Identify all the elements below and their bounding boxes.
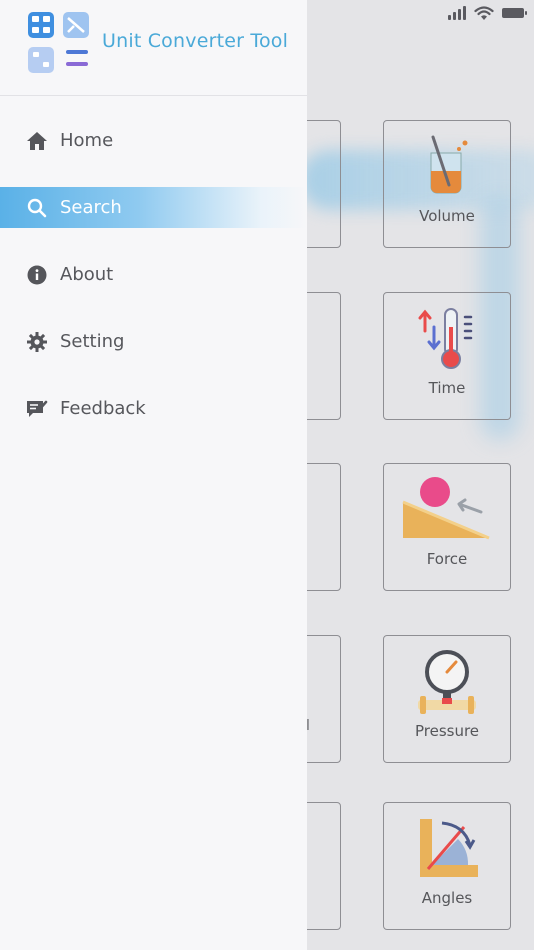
- pressure-gauge-icon: [418, 650, 476, 714]
- tile-label: Angles: [421, 889, 473, 907]
- battery-icon: [502, 8, 527, 18]
- drawer-header: Unit Converter Tool: [0, 0, 307, 96]
- menu-item-setting[interactable]: Setting: [0, 321, 307, 362]
- category-tile-angles[interactable]: Angles: [383, 802, 511, 930]
- navigation-drawer: Unit Converter Tool Home Search About Se…: [0, 0, 307, 950]
- drawer-menu: Home Search About Setting Feedback: [0, 120, 307, 455]
- cellular-signal-icon: [448, 6, 466, 20]
- feedback-icon: [26, 398, 48, 420]
- gear-icon: [26, 331, 48, 353]
- menu-item-search[interactable]: Search: [0, 187, 307, 228]
- tile-label: Pressure: [414, 722, 480, 740]
- menu-item-label: Feedback: [60, 398, 146, 419]
- menu-item-feedback[interactable]: Feedback: [0, 388, 307, 429]
- search-icon: [26, 197, 48, 219]
- menu-item-about[interactable]: About: [0, 254, 307, 295]
- tile-label: Force: [426, 550, 468, 568]
- ball-ramp-icon: [402, 477, 490, 540]
- protractor-icon: [420, 819, 478, 877]
- menu-item-label: About: [60, 264, 114, 285]
- app-title: Unit Converter Tool: [102, 30, 289, 52]
- menu-item-home[interactable]: Home: [0, 120, 307, 161]
- menu-item-label: Setting: [60, 331, 125, 352]
- menu-item-label: Search: [60, 197, 122, 218]
- thermometer-icon: [418, 308, 473, 369]
- category-tile-time[interactable]: Time: [383, 292, 511, 420]
- info-icon: [26, 264, 48, 286]
- category-tile-pressure[interactable]: Pressure: [383, 635, 511, 763]
- home-icon: [26, 130, 48, 152]
- wifi-icon: [474, 5, 494, 20]
- menu-item-label: Home: [60, 130, 114, 151]
- category-tile-force[interactable]: Force: [383, 463, 511, 591]
- beaker-icon: [430, 135, 468, 194]
- tile-label: Volume: [419, 207, 475, 225]
- category-tile-volume[interactable]: Volume: [383, 120, 511, 248]
- app-grid-logo-icon: [28, 12, 89, 73]
- tile-label: Time: [428, 379, 466, 397]
- status-bar: [448, 0, 534, 26]
